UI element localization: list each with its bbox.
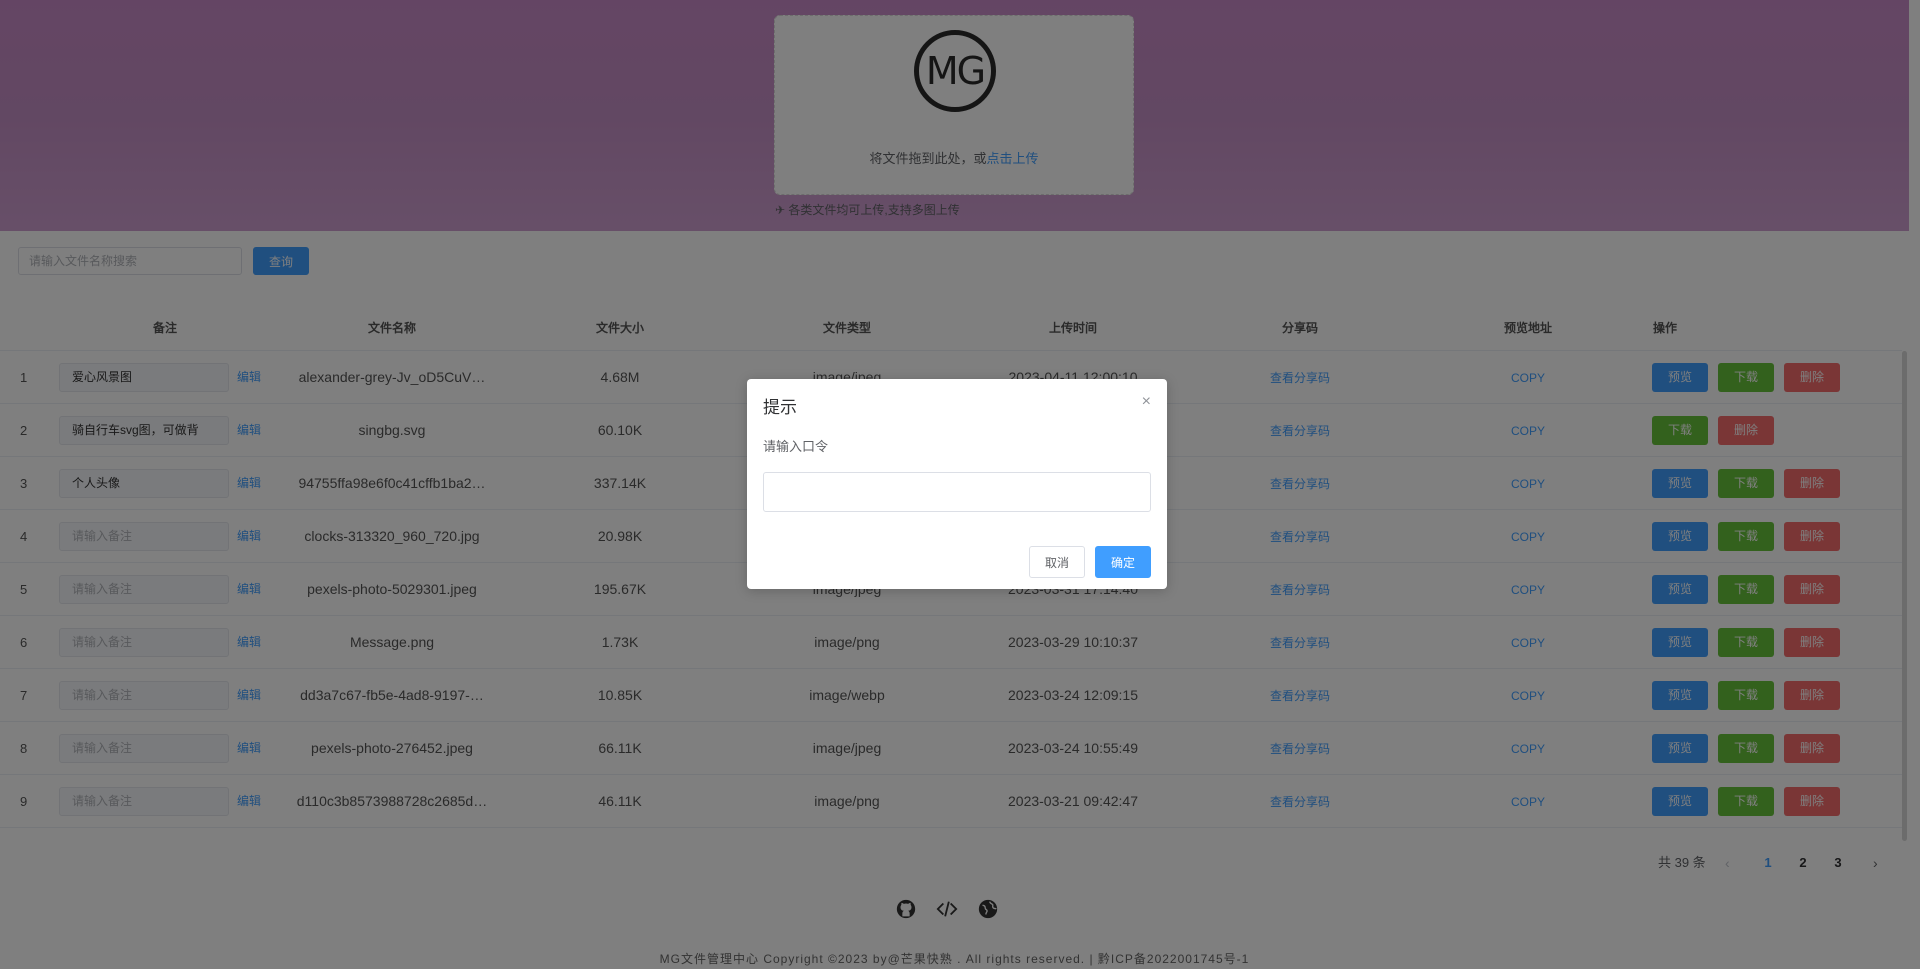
confirm-button[interactable]: 确定 (1095, 546, 1151, 578)
dialog-message: 请输入口令 (763, 439, 829, 454)
dialog-title: 提示 (763, 398, 797, 417)
passcode-input[interactable] (763, 472, 1151, 512)
prompt-dialog: 提示 × 请输入口令 取消 确定 (747, 379, 1167, 589)
close-icon[interactable]: × (1142, 393, 1151, 411)
cancel-button[interactable]: 取消 (1029, 546, 1085, 578)
